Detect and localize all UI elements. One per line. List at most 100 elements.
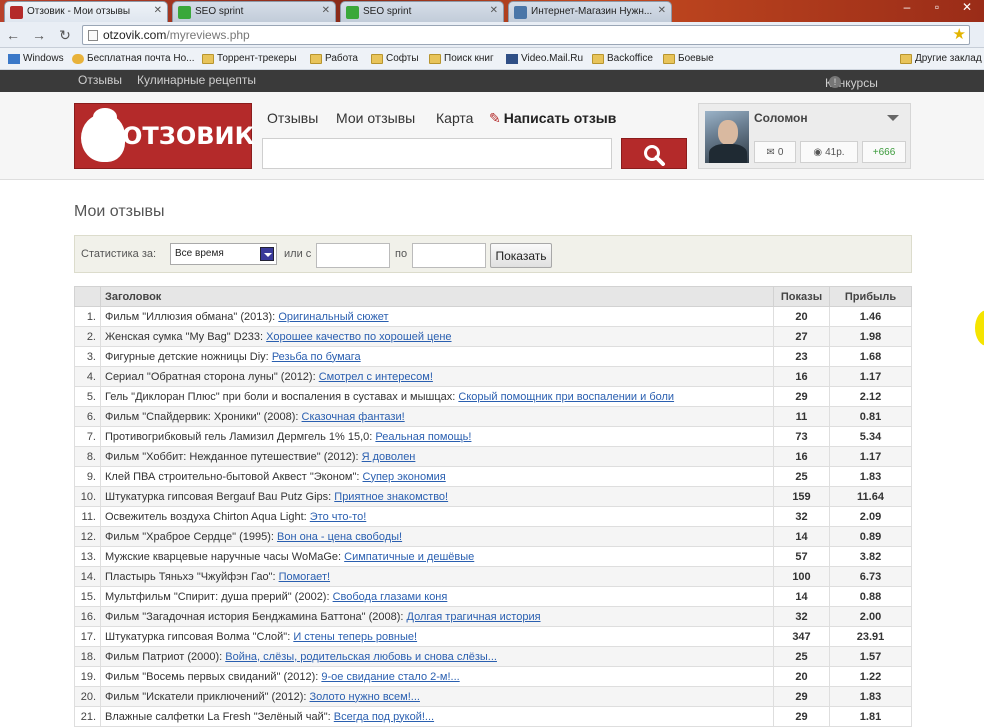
karma-counter[interactable]: +666 [862,141,906,163]
row-views: 14 [773,586,830,607]
review-link[interactable]: Резьба по бумага [272,351,361,363]
bookmark-mail[interactable]: Бесплатная почта Но... [72,53,194,64]
review-link[interactable]: Золото нужно всем!... [309,691,419,703]
browser-tab-seo-sprint-1[interactable]: SEO sprint ✕ [172,1,336,22]
bookmark-label: Работа [325,53,358,64]
close-icon[interactable]: ✕ [658,5,666,16]
user-panel: Соломон ✉ 0 ◉ 41р. +666 [698,103,911,169]
close-icon[interactable]: ✕ [490,5,498,16]
header-views[interactable]: Показы [773,286,830,307]
show-button[interactable]: Показать [490,243,552,268]
table-row: 3. Фигурные детские ножницы Diy: Резьба п… [74,346,912,367]
review-link[interactable]: Вон она - цена свободы! [277,531,402,543]
row-index: 17. [74,626,101,647]
browser-tab-bar: Отзовик - Мои отзывы ✕ SEO sprint ✕ SEO … [0,0,984,22]
otzovik-logo[interactable]: ОТЗОВИК [74,103,254,169]
back-arrow-icon[interactable]: ← [4,26,22,44]
row-profit: 1.57 [829,646,912,667]
dropdown-arrow-icon[interactable] [260,247,274,261]
close-icon[interactable]: ✕ [322,5,330,16]
bookmark-label: Софты [386,53,419,64]
forward-arrow-icon[interactable]: → [30,26,48,44]
bookmark-soft[interactable]: Софты [371,53,419,64]
topnav-recipes-link[interactable]: Кулинарные рецепты [137,73,256,87]
browser-tab-seo-sprint-2[interactable]: SEO sprint ✕ [340,1,504,22]
review-link[interactable]: Реальная помощь! [375,431,471,443]
tab-title: SEO sprint [195,6,244,17]
row-title-cell: Фильм "Восемь первых свиданий" (2012): 9… [100,666,774,687]
row-views: 11 [773,406,830,427]
review-link[interactable]: Всегда под рукой!... [334,711,434,723]
nav-my-reviews-link[interactable]: Мои отзывы [336,110,415,126]
row-index: 12. [74,526,101,547]
row-views: 100 [773,566,830,587]
bookmark-star-icon[interactable]: ★ [953,25,966,43]
rating-counter[interactable]: ◉ 41р. [800,141,858,163]
row-title-cell: Мужские кварцевые наручные часы WoMaGe: … [100,546,774,567]
bookmark-combat[interactable]: Боевые [663,53,714,64]
search-button[interactable] [621,138,687,169]
window-close-icon[interactable]: ✕ [952,0,982,18]
url-host: otzovik.com [103,28,167,42]
review-link[interactable]: Я доволен [362,451,416,463]
row-title-cell: Фильм Патриот (2000): Война, слёзы, роди… [100,646,774,667]
reload-icon[interactable]: ↻ [56,26,74,44]
review-link[interactable]: Приятное знакомство! [334,491,448,503]
review-link[interactable]: Супер экономия [363,471,446,483]
bookmark-work[interactable]: Работа [310,53,358,64]
review-link[interactable]: Помогает! [279,571,330,583]
row-title-cell: Фильм "Храброе Сердце" (1995): Вон она -… [100,526,774,547]
topnav-reviews-link[interactable]: Отзывы [78,73,122,87]
address-bar[interactable]: otzovik.com/myreviews.php ★ [82,25,970,45]
review-link[interactable]: Сказочная фантази! [302,411,405,423]
browser-tab-shop[interactable]: Интернет-Магазин Нужн... ✕ [508,1,672,22]
bookmark-backoffice[interactable]: Backoffice [592,53,653,64]
nav-write-review-link[interactable]: ✎ Написать отзыв [489,110,616,127]
bookmark-windows[interactable]: Windows [8,53,64,64]
review-link[interactable]: Война, слёзы, родительская любовь и снов… [225,651,497,663]
review-link[interactable]: Скорый помощник при воспалении и боли [458,391,674,403]
messages-counter[interactable]: ✉ 0 [754,141,796,163]
review-link[interactable]: Оригинальный сюжет [278,311,388,323]
user-name[interactable]: Соломон [754,111,808,125]
date-to-input[interactable] [412,243,486,268]
period-select[interactable]: Все время [170,243,277,265]
review-link[interactable]: И стены теперь ровные! [293,631,417,643]
review-link[interactable]: Смотрел с интересом! [319,371,433,383]
row-views: 32 [773,606,830,627]
review-link[interactable]: 9-ое свидание стало 2-м!... [321,671,459,683]
review-link[interactable]: Это что-то! [310,511,367,523]
chevron-down-icon[interactable] [887,115,899,121]
review-link[interactable]: Долгая трагичная история [407,611,541,623]
row-views: 20 [773,306,830,327]
nav-map-link[interactable]: Карта [436,110,473,126]
review-link[interactable]: Хорошее качество по хорошей цене [266,331,451,343]
review-link[interactable]: Симпатичные и дешёвые [344,551,474,563]
row-index: 7. [74,426,101,447]
bookmark-books[interactable]: Поиск книг [429,53,494,64]
avatar[interactable] [705,111,749,163]
pencil-icon: ✎ [489,110,501,126]
review-link[interactable]: Свобода глазами коня [333,591,448,603]
header-title[interactable]: Заголовок [100,286,774,307]
item-name: Мультфильм "Спирит: душа прерий" (2002): [105,590,330,603]
bookmark-other[interactable]: Другие заклад [900,53,982,64]
row-profit: 23.91 [829,626,912,647]
date-from-input[interactable] [316,243,390,268]
row-views: 73 [773,426,830,447]
item-name: Противогрибковый гель Ламизил Дермгель 1… [105,430,373,443]
period-value: Все время [175,248,224,259]
item-name: Фигурные детские ножницы Diy: [105,350,269,363]
minimize-icon[interactable]: – [892,0,922,18]
bookmark-torrents[interactable]: Торрент-трекеры [202,53,297,64]
table-row: 15. Мультфильм "Спирит: душа прерий" (200… [74,586,912,607]
browser-tab-otzovik[interactable]: Отзовик - Мои отзывы ✕ [4,1,168,22]
folder-icon [900,54,912,64]
search-input[interactable] [262,138,612,169]
nav-reviews-link[interactable]: Отзывы [267,110,318,126]
header-profit[interactable]: Прибыль [829,286,912,307]
bookmark-video-mail[interactable]: Video.Mail.Ru [506,53,583,64]
maximize-icon[interactable]: ▫ [922,0,952,18]
close-icon[interactable]: ✕ [154,5,162,16]
tab-title: Интернет-Магазин Нужн... [531,6,653,17]
